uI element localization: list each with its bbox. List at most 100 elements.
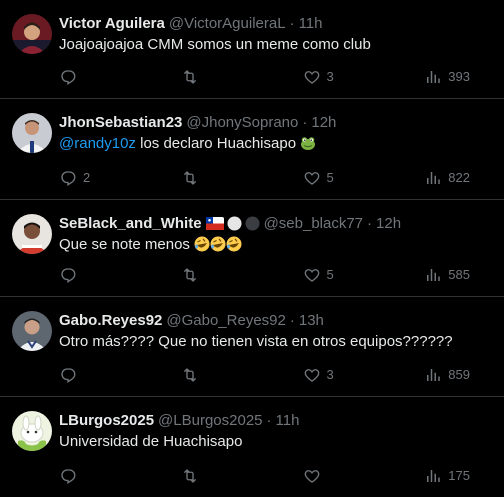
like-button[interactable] (303, 467, 343, 485)
tweet-text-body: Que se note menos (59, 236, 195, 253)
reply-feed: Victor Aguilera @VictorAguileraL · 11h J… (0, 0, 504, 497)
views-button[interactable]: 175 (424, 467, 470, 485)
mention-link[interactable]: @randy10z (59, 135, 136, 152)
action-bar: 3 393 (59, 67, 470, 87)
user-handle[interactable]: @seb_black77 (264, 215, 363, 232)
reply-button[interactable] (59, 68, 99, 86)
separator-dot: · (266, 411, 272, 429)
display-name[interactable]: LBurgos2025 (59, 412, 154, 429)
tweet-text-body: Universidad de Huachisapo (59, 433, 243, 450)
reply-count: 2 (83, 170, 91, 185)
like-button[interactable]: 3 (303, 366, 343, 384)
white-circle-icon (227, 216, 242, 230)
retweet-icon (181, 467, 199, 485)
rofl-emoji-icon (210, 236, 226, 252)
retweet-icon (181, 169, 199, 187)
views-button[interactable]: 859 (424, 366, 470, 384)
heart-icon (303, 366, 321, 384)
reply-button[interactable] (59, 366, 99, 384)
user-handle[interactable]: @VictorAguileraL (169, 15, 286, 32)
heart-icon (303, 169, 321, 187)
views-icon (424, 68, 442, 86)
tweet[interactable]: LBurgos2025 @LBurgos2025 · 11h Universid… (0, 397, 504, 497)
action-bar: 3 859 (59, 365, 470, 385)
separator-dot: · (367, 214, 373, 232)
tweet[interactable]: JhonSebastian23 @JhonySoprano · 12h @ran… (0, 99, 504, 200)
tweet-text: @randy10z los declaro Huachisapo (59, 134, 492, 154)
tweet-text: Joajoajoajoa CMM somos un meme como club (59, 35, 492, 55)
tweet-text-body: Otro más???? Que no tienen vista en otro… (59, 333, 453, 350)
views-button[interactable]: 585 (424, 266, 470, 284)
name-emojis (205, 216, 260, 231)
view-count: 585 (448, 267, 470, 282)
tweet-text: Otro más???? Que no tienen vista en otro… (59, 332, 492, 352)
user-handle[interactable]: @LBurgos2025 (158, 412, 262, 429)
timestamp[interactable]: 11h (276, 412, 300, 429)
retweet-icon (181, 366, 199, 384)
retweet-button[interactable] (181, 266, 221, 284)
separator-dot: · (289, 14, 295, 32)
tweet-text: Universidad de Huachisapo (59, 432, 492, 452)
tweet-text-body: los declaro Huachisapo (135, 135, 297, 152)
like-button[interactable]: 5 (303, 169, 343, 187)
like-count: 3 (326, 367, 334, 382)
avatar[interactable] (12, 411, 52, 451)
avatar[interactable] (12, 311, 52, 351)
retweet-button[interactable] (181, 68, 221, 86)
tweet-header: Gabo.Reyes92 @Gabo_Reyes92 · 13h (59, 309, 492, 331)
like-button[interactable]: 5 (303, 266, 343, 284)
avatar[interactable] (12, 113, 52, 153)
user-handle[interactable]: @JhonySoprano (186, 114, 298, 131)
tweet[interactable]: SeBlack_and_White @seb_black77 · 12h Que… (0, 200, 504, 297)
view-count: 859 (448, 367, 470, 382)
tweet[interactable]: Gabo.Reyes92 @Gabo_Reyes92 · 13h Otro má… (0, 297, 504, 397)
reply-icon (59, 169, 77, 187)
tweet-header: Victor Aguilera @VictorAguileraL · 11h (59, 12, 492, 34)
view-count: 822 (448, 170, 470, 185)
timestamp[interactable]: 12h (376, 215, 401, 232)
views-button[interactable]: 822 (424, 169, 470, 187)
reply-icon (59, 68, 77, 86)
timestamp[interactable]: 11h (299, 15, 323, 32)
action-bar: 175 (59, 466, 470, 486)
reply-button[interactable] (59, 467, 99, 485)
reply-button[interactable]: 2 (59, 169, 99, 187)
like-count: 3 (326, 69, 334, 84)
tweet-header: SeBlack_and_White @seb_black77 · 12h (59, 212, 492, 234)
views-icon (424, 467, 442, 485)
user-handle[interactable]: @Gabo_Reyes92 (166, 312, 285, 329)
timestamp[interactable]: 12h (311, 114, 336, 131)
black-circle-icon (245, 216, 260, 230)
display-name[interactable]: Victor Aguilera (59, 15, 165, 32)
heart-icon (303, 467, 321, 485)
display-name[interactable]: JhonSebastian23 (59, 114, 182, 131)
display-name[interactable]: Gabo.Reyes92 (59, 312, 162, 329)
views-icon (424, 266, 442, 284)
action-bar: 2 5 822 (59, 168, 470, 188)
avatar[interactable] (12, 14, 52, 54)
timestamp[interactable]: 13h (299, 312, 324, 329)
retweet-button[interactable] (181, 169, 221, 187)
tweet-header: JhonSebastian23 @JhonySoprano · 12h (59, 111, 492, 133)
like-button[interactable]: 3 (303, 68, 343, 86)
reply-button[interactable] (59, 266, 99, 284)
views-icon (424, 366, 442, 384)
views-button[interactable]: 393 (424, 68, 470, 86)
reply-icon (59, 266, 77, 284)
reply-icon (59, 366, 77, 384)
reply-icon (59, 467, 77, 485)
retweet-icon (181, 68, 199, 86)
rofl-emoji-icon (194, 236, 210, 252)
like-count: 5 (326, 267, 334, 282)
chile-flag-icon (205, 216, 224, 230)
tweet[interactable]: Victor Aguilera @VictorAguileraL · 11h J… (0, 0, 504, 99)
like-count: 5 (326, 170, 334, 185)
separator-dot: · (302, 113, 308, 131)
avatar[interactable] (12, 214, 52, 254)
retweet-button[interactable] (181, 467, 221, 485)
action-bar: 5 585 (59, 265, 470, 285)
display-name[interactable]: SeBlack_and_White (59, 215, 202, 232)
views-icon (424, 169, 442, 187)
retweet-button[interactable] (181, 366, 221, 384)
tweet-text-body: Joajoajoajoa CMM somos un meme como club (59, 36, 371, 53)
